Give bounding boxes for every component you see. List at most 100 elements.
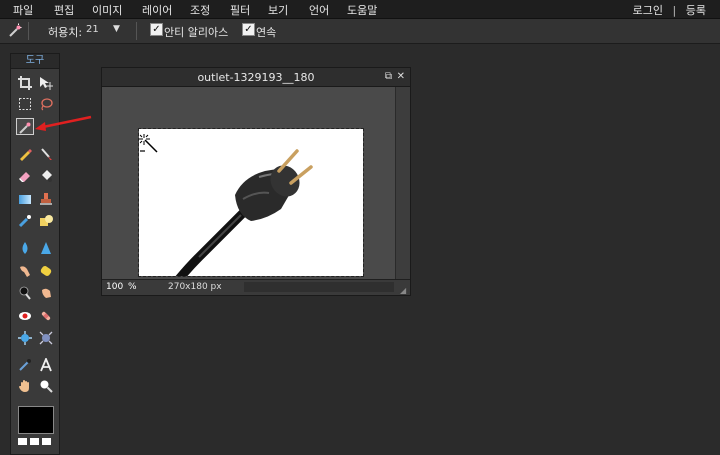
resize-grip-icon[interactable]: ◢ <box>400 286 408 295</box>
gradient-tool[interactable] <box>16 190 34 207</box>
bloat-tool[interactable] <box>16 329 34 346</box>
clone-stamp-icon <box>40 192 52 205</box>
antialias-label: 안티 알리아스 <box>164 26 229 39</box>
menu-file[interactable]: 파일 <box>13 2 33 18</box>
layout-box[interactable] <box>42 438 51 445</box>
move-tool[interactable] <box>37 74 55 91</box>
image-canvas[interactable] <box>138 128 364 284</box>
burn-icon <box>42 288 51 298</box>
primary-color-swatch[interactable] <box>18 406 54 434</box>
horizontal-scrollbar[interactable] <box>244 282 394 292</box>
dodge-icon <box>19 286 31 300</box>
shape-tool[interactable] <box>37 212 55 229</box>
menu-layer[interactable]: 레이어 <box>142 2 172 18</box>
smudge-tool[interactable] <box>16 262 34 279</box>
tolerance-input[interactable]: 21 <box>86 24 99 35</box>
magic-wand-tool[interactable] <box>16 118 34 135</box>
magic-wand-icon <box>9 23 22 37</box>
type-icon <box>40 357 52 371</box>
register-link[interactable]: 등록 <box>686 2 706 18</box>
magic-wand-icon <box>19 122 31 134</box>
red-eye-tool[interactable] <box>16 307 34 324</box>
pinch-tool[interactable] <box>37 329 55 346</box>
image-window-titlebar[interactable]: outlet-1329193__180 ⧉ ✕ <box>102 68 410 87</box>
tool-panel-title: 도구 <box>11 54 59 69</box>
lasso-icon <box>41 97 53 111</box>
zoom-input[interactable]: 100 <box>106 282 123 292</box>
image-window-title: outlet-1329193__180 <box>197 71 315 84</box>
move-icon <box>40 76 53 90</box>
account-links: 로그인 | 등록 <box>633 2 706 18</box>
menu-bar: 파일 편집 이미지 레이어 조정 필터 보기 언어 도움말 로그인 | 등록 <box>0 0 720 19</box>
contiguous-label: 연속 <box>256 26 277 39</box>
sponge-tool[interactable] <box>37 262 55 279</box>
color-replace-tool[interactable] <box>16 212 34 229</box>
wand-cursor-icon <box>139 134 158 153</box>
menu-edit[interactable]: 편집 <box>54 2 74 18</box>
type-tool[interactable] <box>37 356 55 373</box>
vertical-scrollbar[interactable] <box>395 87 410 279</box>
hand-tool[interactable] <box>16 377 34 394</box>
layout-box[interactable] <box>18 438 27 445</box>
blur-tool[interactable] <box>16 239 34 256</box>
image-window: outlet-1329193__180 ⧉ ✕ 100 % 270x180 px… <box>101 67 411 296</box>
clone-stamp-tool[interactable] <box>37 190 55 207</box>
tolerance-dropdown-icon[interactable]: ▼ <box>113 24 120 34</box>
zoom-tool[interactable] <box>37 377 55 394</box>
pinch-icon <box>39 331 53 344</box>
annotation-arrow <box>35 115 92 131</box>
power-plug-image <box>174 149 313 284</box>
sharpen-tool[interactable] <box>37 239 55 256</box>
pencil-tool[interactable] <box>16 145 34 162</box>
crop-icon <box>18 75 32 90</box>
account-separator: | <box>672 4 677 17</box>
brush-tool[interactable] <box>37 145 55 162</box>
tolerance-label: 허용치: <box>48 26 83 39</box>
zoom-icon <box>40 380 53 393</box>
eraser-tool[interactable] <box>16 167 34 184</box>
menu-filter[interactable]: 필터 <box>230 2 250 18</box>
restore-window-icon[interactable]: ⧉ <box>385 71 392 82</box>
burn-tool[interactable] <box>37 284 55 301</box>
options-divider <box>136 22 137 40</box>
spot-heal-tool[interactable] <box>37 307 55 324</box>
brush-icon <box>41 147 52 160</box>
marquee-select-icon <box>19 97 31 110</box>
menu-adjust[interactable]: 조정 <box>190 2 210 18</box>
color-replace-icon <box>18 214 31 227</box>
red-eye-icon <box>19 311 31 320</box>
antialias-checkbox[interactable]: ✓ <box>150 23 163 36</box>
image-statusbar: 100 % 270x180 px ◢ <box>102 279 410 295</box>
dodge-tool[interactable] <box>16 284 34 301</box>
marquee-tool[interactable] <box>16 95 34 112</box>
zoom-unit: % <box>128 282 137 292</box>
menu-view[interactable]: 보기 <box>268 2 288 18</box>
hand-icon <box>19 379 29 392</box>
spot-heal-icon <box>41 311 51 320</box>
lasso-tool[interactable] <box>37 95 55 112</box>
layout-box[interactable] <box>30 438 39 445</box>
gradient-icon <box>19 194 31 204</box>
canvas-area[interactable] <box>103 87 396 284</box>
crop-tool[interactable] <box>16 74 34 91</box>
eraser-icon <box>19 171 30 182</box>
options-divider <box>28 22 29 40</box>
bloat-icon <box>18 330 32 345</box>
menu-language[interactable]: 언어 <box>309 2 329 18</box>
tool-options-bar: 허용치: 21 ▼ ✓ 안티 알리아스 ✓ 연속 <box>0 19 720 44</box>
pencil-icon <box>20 148 32 161</box>
paint-bucket-tool[interactable] <box>37 167 55 184</box>
shape-icon <box>40 214 53 226</box>
color-picker-tool[interactable] <box>16 356 34 373</box>
menu-help[interactable]: 도움말 <box>347 2 377 18</box>
contiguous-checkbox[interactable]: ✓ <box>242 23 255 36</box>
close-window-icon[interactable]: ✕ <box>397 71 405 82</box>
smudge-icon <box>20 265 30 277</box>
color-picker-icon <box>19 358 31 371</box>
image-size-label: 270x180 px <box>168 282 222 292</box>
blur-icon <box>22 241 28 254</box>
login-link[interactable]: 로그인 <box>633 2 663 18</box>
menu-image[interactable]: 이미지 <box>92 2 122 18</box>
sponge-icon <box>40 265 52 276</box>
paint-bucket-icon <box>42 169 52 182</box>
